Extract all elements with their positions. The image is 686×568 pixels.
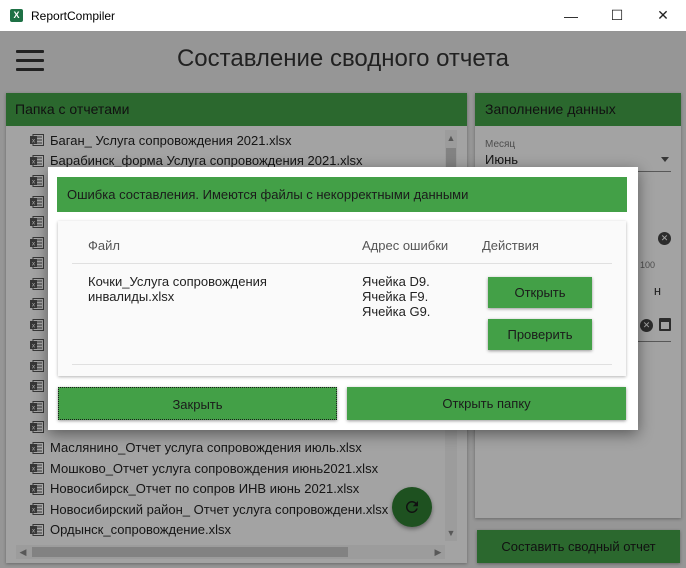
column-header-file: Файл xyxy=(88,238,120,253)
error-table-header: Файл Адрес ошибки Действия xyxy=(72,227,612,264)
error-table: Файл Адрес ошибки Действия Кочки_Услуга … xyxy=(72,227,612,365)
error-cell-address: Ячейка G9. xyxy=(362,304,431,319)
error-dialog: Ошибка составления. Имеются файлы с неко… xyxy=(48,167,638,430)
window-controls: — ☐ ✕ xyxy=(548,0,686,31)
column-header-actions: Действия xyxy=(482,238,539,253)
open-folder-button[interactable]: Открыть папку xyxy=(347,387,626,420)
column-header-address: Адрес ошибки xyxy=(362,238,449,253)
error-cell-address: Ячейка F9. xyxy=(362,289,429,304)
error-table-card: Файл Адрес ошибки Действия Кочки_Услуга … xyxy=(58,221,626,376)
error-dialog-title: Ошибка составления. Имеются файлы с неко… xyxy=(57,177,627,212)
window-titlebar: X ReportCompiler — ☐ ✕ xyxy=(0,0,686,32)
close-window-button[interactable]: ✕ xyxy=(640,0,686,31)
close-dialog-button[interactable]: Закрыть xyxy=(58,387,337,420)
error-addresses: Ячейка D9. Ячейка F9. Ячейка G9. xyxy=(362,274,430,319)
maximize-button[interactable]: ☐ xyxy=(594,0,640,31)
window-title: ReportCompiler xyxy=(31,8,116,23)
error-file-name: Кочки_Услуга сопровождения инвалиды.xlsx xyxy=(88,274,267,304)
check-file-button[interactable]: Проверить xyxy=(488,319,592,350)
error-cell-address: Ячейка D9. xyxy=(362,274,430,289)
open-file-button[interactable]: Открыть xyxy=(488,277,592,308)
table-row: Кочки_Услуга сопровождения инвалиды.xlsx… xyxy=(72,264,612,365)
minimize-button[interactable]: — xyxy=(548,0,594,31)
excel-app-icon: X xyxy=(10,9,23,22)
